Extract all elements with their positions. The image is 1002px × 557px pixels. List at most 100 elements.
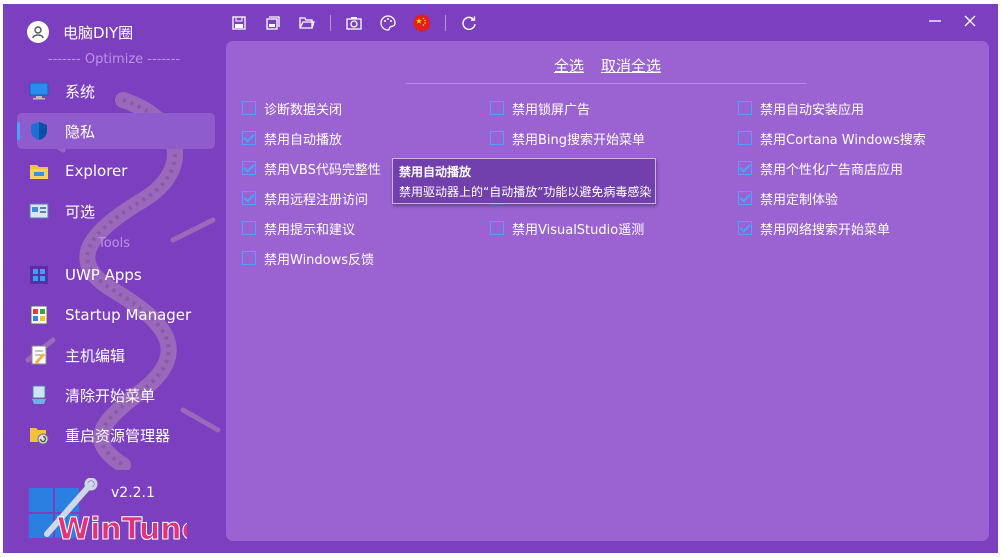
checkbox[interactable] [490,221,504,235]
sidebar-item-label: UWP Apps [65,266,142,284]
language-flag-icon[interactable] [411,12,433,34]
checkbox[interactable] [242,251,256,265]
sidebar-item-optional[interactable]: 可选 [17,193,215,229]
option-label: 禁用提示和建议 [264,222,356,238]
close-icon [964,15,976,27]
clean-start-icon [29,385,49,405]
checkbox[interactable] [490,131,504,145]
option-disable-visualstudio-telemetry[interactable]: 禁用VisualStudio遥测 [490,218,644,238]
checkbox[interactable] [738,131,752,145]
checkbox[interactable] [242,221,256,235]
option-label: 禁用自动安装应用 [760,102,865,118]
option-disable-windows-feedback[interactable]: 禁用Windows反馈 [242,248,374,268]
version-label: v2.2.1 [111,485,155,501]
checkbox[interactable] [242,191,256,205]
sidebar-item-hosts-editor[interactable]: 主机编辑 [17,337,215,373]
app-title: 电脑DIY圈 [63,23,134,42]
section-optimize-label: ------- Optimize ------- [47,52,181,67]
windows-icon [29,265,49,285]
tooltip-title: 禁用自动播放 [399,165,472,179]
checkbox[interactable] [738,221,752,235]
save-icon[interactable] [228,12,250,34]
option-label: 诊断数据关闭 [264,102,343,118]
sidebar: 电脑DIY圈 ------- Optimize ------- 系统 隐私 Ex… [3,4,225,553]
active-indicator [17,122,20,140]
option-disable-web-search[interactable]: 禁用网络搜索开始菜单 [738,218,890,238]
tooltip-text: 禁用驱动器上的“自动播放”功能以避免病毒感染 [399,185,652,199]
privacy-options-panel: 全选 取消全选 诊断数据关闭 禁用自动播放 禁用VBS代码完整性 禁用远程注册访… [226,41,989,541]
restart-explorer-icon [29,425,49,445]
optional-icon [29,201,49,221]
toolbar-divider [330,15,331,31]
option-disable-bing-search[interactable]: 禁用Bing搜索开始菜单 [490,128,645,148]
option-label: 禁用Bing搜索开始菜单 [512,132,646,148]
sidebar-item-system[interactable]: 系统 [17,73,215,109]
sidebar-item-restart-explorer[interactable]: 重启资源管理器 [17,417,215,453]
sidebar-item-startup-manager[interactable]: Startup Manager [17,297,215,333]
option-label: 禁用自动播放 [264,132,343,148]
option-label: 禁用锁屏广告 [512,102,591,118]
option-disable-tailored-experiences[interactable]: 禁用定制体验 [738,188,838,208]
sidebar-item-label: 清除开始菜单 [65,386,156,405]
hosts-icon [29,345,49,365]
close-button[interactable] [955,10,985,32]
sidebar-item-label: 可选 [65,202,96,221]
camera-icon[interactable] [343,12,365,34]
option-diagnostic-data-off[interactable]: 诊断数据关闭 [242,98,342,118]
option-label: 禁用网络搜索开始菜单 [760,222,891,238]
option-label: 禁用远程注册访问 [264,192,369,208]
sidebar-item-privacy[interactable]: 隐私 [17,113,215,149]
wintune-logo: WinTune [29,478,187,544]
option-disable-remote-registry[interactable]: 禁用远程注册访问 [242,188,368,208]
option-label: 禁用Windows反馈 [264,252,375,268]
checkbox[interactable] [242,101,256,115]
toolbar [228,12,492,34]
app-window: 电脑DIY圈 ------- Optimize ------- 系统 隐私 Ex… [3,4,998,553]
option-label: 禁用Cortana Windows搜索 [760,132,926,148]
user-profile[interactable]: 电脑DIY圈 [27,20,133,44]
toolbar-divider [445,15,446,31]
palette-icon[interactable] [377,12,399,34]
section-tools-label: Tools [97,236,131,251]
monitor-icon [29,81,49,101]
save-all-icon[interactable] [262,12,284,34]
shield-icon [29,121,49,141]
checkbox[interactable] [738,101,752,115]
deselect-all-link[interactable]: 取消全选 [601,57,661,75]
checkbox[interactable] [738,161,752,175]
option-disable-auto-install-apps[interactable]: 禁用自动安装应用 [738,98,864,118]
sidebar-item-explorer[interactable]: Explorer [17,153,215,189]
checkbox[interactable] [242,161,256,175]
sidebar-item-label: Startup Manager [65,306,192,324]
option-label: 禁用VBS代码完整性 [264,162,381,178]
checkbox[interactable] [490,101,504,115]
sidebar-item-label: Explorer [65,162,128,180]
sidebar-item-label: 隐私 [65,122,96,141]
folder-icon [29,161,49,181]
minimize-button[interactable] [920,10,950,32]
checkbox[interactable] [738,191,752,205]
sidebar-item-clean-start-menu[interactable]: 清除开始菜单 [17,377,215,413]
startup-icon [29,305,49,325]
option-disable-vbs[interactable]: 禁用VBS代码完整性 [242,158,381,178]
option-label: 禁用VisualStudio遥测 [512,222,645,238]
option-label: 禁用定制体验 [760,192,839,208]
sidebar-item-uwp-apps[interactable]: UWP Apps [17,257,215,293]
option-disable-autoplay[interactable]: 禁用自动播放 [242,128,342,148]
option-disable-tips[interactable]: 禁用提示和建议 [242,218,355,238]
sidebar-item-label: 系统 [65,82,96,101]
option-label: 禁用个性化广告商店应用 [760,162,904,178]
select-links: 全选 取消全选 [226,55,989,76]
svg-text:WinTune: WinTune [57,512,187,544]
avatar-icon [27,21,49,43]
option-disable-cortana-search[interactable]: 禁用Cortana Windows搜索 [738,128,926,148]
option-disable-personalized-ads[interactable]: 禁用个性化广告商店应用 [738,158,903,178]
option-disable-lockscreen-ads[interactable]: 禁用锁屏广告 [490,98,590,118]
divider [406,83,806,84]
tooltip: 禁用自动播放 禁用驱动器上的“自动播放”功能以避免病毒感染 [392,158,656,204]
select-all-link[interactable]: 全选 [554,57,584,75]
open-folder-icon[interactable] [296,12,318,34]
sidebar-item-label: 重启资源管理器 [65,426,171,445]
checkbox[interactable] [242,131,256,145]
refresh-icon[interactable] [458,12,480,34]
